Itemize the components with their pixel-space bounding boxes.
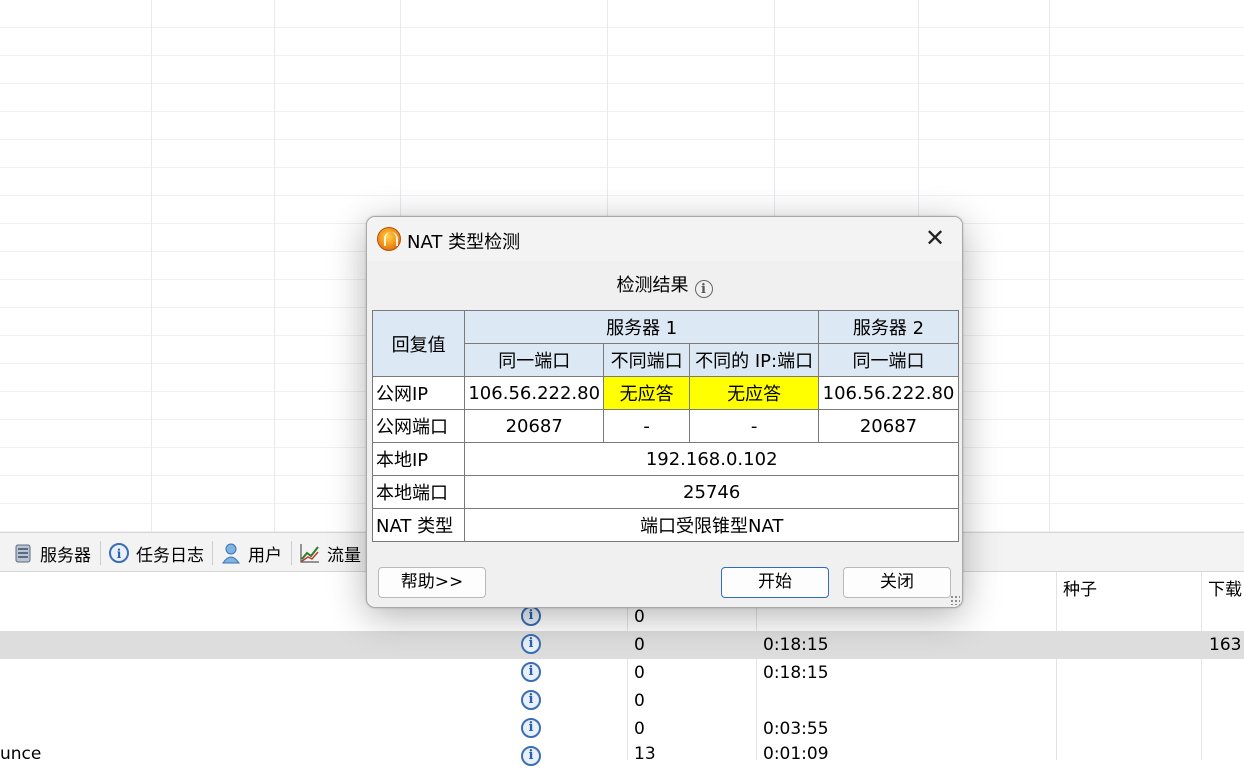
close-button[interactable]: 关闭 <box>843 567 951 598</box>
close-icon[interactable]: ✕ <box>922 226 948 252</box>
tab-label: 流量 <box>327 545 361 566</box>
cell-value: 106.56.222.80 <box>464 376 605 410</box>
row-count: 0 <box>634 635 645 655</box>
row-time: 0:18:15 <box>763 635 829 655</box>
list-row[interactable]: unce i 13 0:01:09 <box>0 743 1244 771</box>
info-icon: i <box>521 606 541 626</box>
start-button[interactable]: 开始 <box>721 567 829 598</box>
tab-traffic[interactable]: 流量 <box>295 539 365 567</box>
row-time: 0:03:55 <box>763 719 829 739</box>
row-name: unce <box>0 744 42 764</box>
row-count: 0 <box>634 691 645 711</box>
row-nat-type: NAT 类型 端口受限锥型NAT <box>371 508 959 542</box>
label-public-port: 公网端口 <box>371 409 466 443</box>
row-public-port: 公网端口 20687 - - 20687 <box>371 409 959 443</box>
cell-value: 106.56.222.80 <box>818 376 959 410</box>
cell-value: 20687 <box>818 409 959 443</box>
label-local-ip: 本地IP <box>371 442 466 476</box>
subheader-diff-port: 不同端口 <box>603 343 691 377</box>
row-time: 0:01:09 <box>763 744 829 764</box>
row-count: 0 <box>634 663 645 683</box>
tab-users[interactable]: 用户 <box>216 539 286 567</box>
row-local-port: 本地端口 25746 <box>371 475 959 509</box>
list-row[interactable]: i 0 0:03:55 <box>0 715 1244 743</box>
user-icon <box>222 543 240 564</box>
section-title: 检测结果 i <box>367 271 962 298</box>
subheader-diff-ip-port: 不同的 IP:端口 <box>689 343 819 377</box>
tab-label: 用户 <box>248 545 282 566</box>
label-public-ip: 公网IP <box>371 376 466 410</box>
cell-value: - <box>603 409 691 443</box>
subheader-same-port: 同一端口 <box>464 343 605 377</box>
grid-column-line <box>274 0 275 532</box>
label-nat-type: NAT 类型 <box>371 508 466 542</box>
label-local-port: 本地端口 <box>371 475 466 509</box>
cell-value: - <box>689 409 819 443</box>
section-title-text: 检测结果 <box>616 275 689 296</box>
column-header-download[interactable]: 下载 <box>1208 572 1242 602</box>
header-reply: 回复值 <box>371 310 466 377</box>
info-icon: i <box>521 662 541 682</box>
row-local-ip: 本地IP 192.168.0.102 <box>371 442 959 476</box>
info-icon: i <box>521 634 541 654</box>
subheader-same-port-2: 同一端口 <box>818 343 959 377</box>
resize-grip[interactable] <box>950 595 960 605</box>
dialog-title: NAT 类型检测 <box>407 232 521 253</box>
nat-detection-dialog: NAT 类型检测 ✕ 检测结果 i 回复值 服务器 1 服务器 2 同一端口 不同… <box>366 216 963 608</box>
info-hint-icon[interactable]: i <box>694 280 713 298</box>
svg-text:i: i <box>117 547 122 561</box>
cell-value: 20687 <box>464 409 605 443</box>
row-count: 0 <box>634 719 645 739</box>
chart-icon <box>300 544 319 563</box>
header-server2: 服务器 2 <box>818 310 959 344</box>
tab-label: 任务日志 <box>136 545 204 566</box>
app-logo-icon <box>377 227 401 251</box>
server-icon <box>15 544 31 563</box>
cell-nat-type: 端口受限锥型NAT <box>464 508 959 542</box>
header-server1: 服务器 1 <box>464 310 819 344</box>
cell-local-port: 25746 <box>464 475 959 509</box>
help-button[interactable]: 帮助>> <box>378 567 486 598</box>
list-row[interactable]: i 0 0:18:15 <box>0 659 1244 687</box>
grid-column-line <box>1049 0 1050 532</box>
row-count: 13 <box>634 744 656 764</box>
row-public-ip: 公网IP 106.56.222.80 无应答 无应答 106.56.222.80 <box>371 376 959 410</box>
row-download: 163 <box>1209 635 1242 655</box>
cell-local-ip: 192.168.0.102 <box>464 442 959 476</box>
info-icon: i <box>521 746 541 766</box>
list-row[interactable]: i 0 <box>0 687 1244 715</box>
grid-column-line <box>151 0 152 532</box>
info-icon: i <box>521 690 541 710</box>
info-icon: i <box>109 543 129 563</box>
dialog-titlebar[interactable]: NAT 类型检测 ✕ <box>367 217 962 261</box>
list-row[interactable]: i 0 0:18:15 163 <box>0 631 1244 659</box>
column-header-seed[interactable]: 种子 <box>1063 572 1097 602</box>
info-icon: i <box>521 718 541 738</box>
nat-result-table: 回复值 服务器 1 服务器 2 同一端口 不同端口 不同的 IP:端口 同一端口… <box>371 310 959 542</box>
cell-no-response: 无应答 <box>603 376 691 410</box>
tab-task-log[interactable]: i 任务日志 <box>104 539 208 567</box>
tab-servers[interactable]: 服务器 <box>8 539 95 567</box>
tab-label: 服务器 <box>40 545 91 566</box>
row-time: 0:18:15 <box>763 663 829 683</box>
cell-no-response: 无应答 <box>689 376 819 410</box>
